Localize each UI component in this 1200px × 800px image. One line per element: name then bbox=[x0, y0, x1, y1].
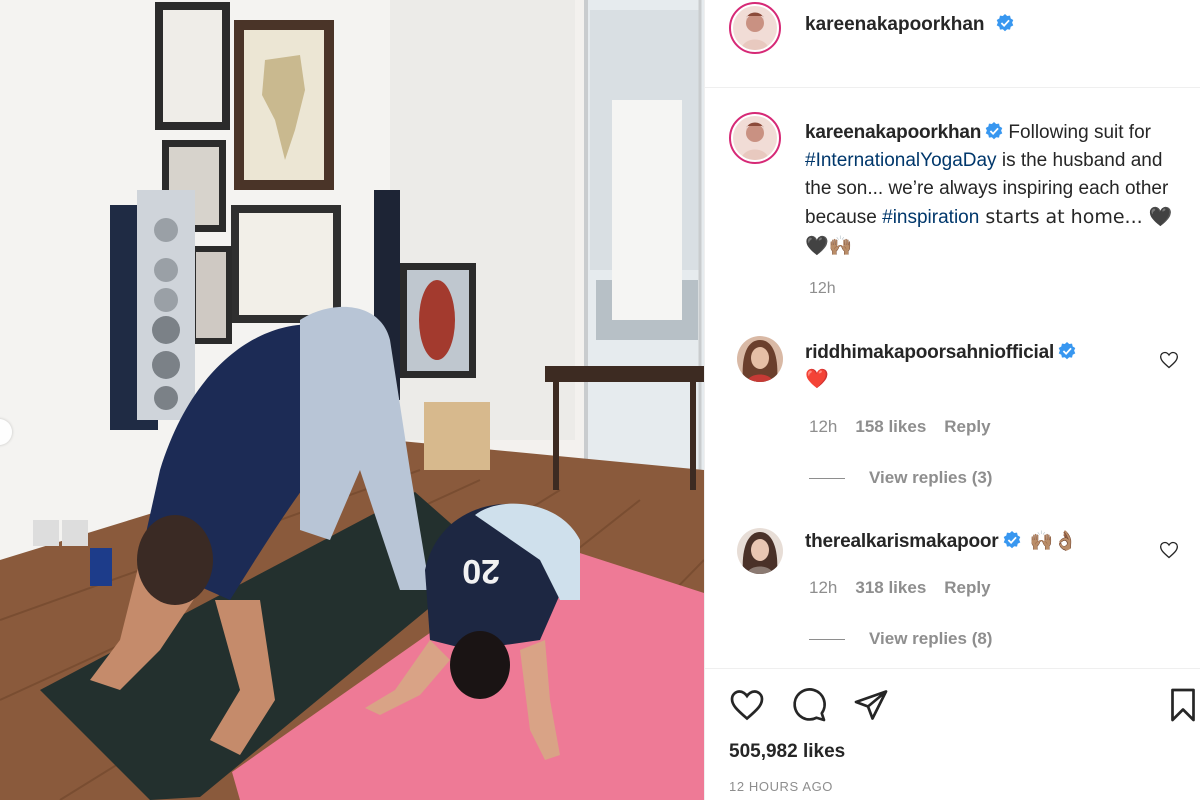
author-username-row[interactable]: kareenakapoorkhan bbox=[805, 14, 1014, 36]
comment-body: therealkarismakapoor 🙌🏽👌🏽 bbox=[805, 528, 1077, 555]
caption-timestamp[interactable]: 12h bbox=[809, 280, 836, 298]
view-replies-label: View replies (8) bbox=[869, 629, 993, 648]
comment-username[interactable]: therealkarismakapoor bbox=[805, 531, 999, 552]
comment-meta: 12h 158 likes Reply bbox=[809, 417, 1009, 437]
comment-timestamp[interactable]: 12h bbox=[809, 578, 837, 597]
view-replies-button[interactable]: View replies (3) bbox=[809, 468, 992, 488]
commenter-avatar[interactable] bbox=[737, 528, 783, 574]
commenter-avatar[interactable] bbox=[737, 336, 783, 382]
caption-username[interactable]: kareenakapoorkhan bbox=[805, 122, 981, 143]
comment-likes[interactable]: 158 likes bbox=[855, 417, 926, 436]
verified-badge-icon bbox=[1058, 342, 1076, 360]
view-replies-label: View replies (3) bbox=[869, 468, 993, 487]
post-caption: kareenakapoorkhan Following suit for #In… bbox=[805, 119, 1175, 261]
post-likes-count[interactable]: 505,982 likes bbox=[729, 741, 845, 763]
comment-text: ❤️ bbox=[805, 368, 829, 390]
verified-badge-icon bbox=[985, 122, 1003, 140]
comment-likes[interactable]: 318 likes bbox=[855, 578, 926, 597]
kid-shirt-number: 20 bbox=[462, 552, 500, 590]
hashtag-inspiration[interactable]: #inspiration bbox=[882, 207, 979, 228]
like-comment-heart-icon[interactable] bbox=[1159, 540, 1179, 560]
verified-badge-icon bbox=[996, 14, 1014, 32]
comment-meta: 12h 318 likes Reply bbox=[809, 578, 1009, 598]
reply-button[interactable]: Reply bbox=[944, 578, 990, 597]
post-photo[interactable]: 20 bbox=[0, 0, 704, 800]
like-comment-heart-icon[interactable] bbox=[1159, 350, 1179, 370]
post-actions-bar: 505,982 likes 12 HOURS AGO bbox=[705, 668, 1200, 800]
post-timestamp[interactable]: 12 HOURS AGO bbox=[729, 779, 833, 794]
post-header: kareenakapoorkhan bbox=[705, 0, 1200, 88]
comment-timestamp[interactable]: 12h bbox=[809, 417, 837, 436]
bookmark-icon[interactable] bbox=[1165, 687, 1200, 723]
author-avatar[interactable] bbox=[729, 2, 781, 54]
yoga-photo-illustration: 20 bbox=[0, 0, 704, 800]
view-replies-button[interactable]: View replies (8) bbox=[809, 629, 992, 649]
heart-outline-icon[interactable] bbox=[729, 687, 765, 723]
hashtag-international-yoga-day[interactable]: #InternationalYogaDay bbox=[805, 150, 997, 171]
caption-text-start: Following suit for bbox=[1008, 122, 1151, 143]
paper-plane-icon[interactable] bbox=[853, 687, 889, 723]
author-username[interactable]: kareenakapoorkhan bbox=[805, 14, 985, 35]
speech-bubble-icon[interactable] bbox=[791, 687, 827, 723]
verified-badge-icon bbox=[1003, 531, 1020, 549]
caption-author-avatar[interactable] bbox=[729, 112, 781, 164]
comment-username[interactable]: riddhimakapoorsahniofficial bbox=[805, 342, 1054, 363]
comment-body: riddhimakapoorsahniofficial ❤️ bbox=[805, 340, 1076, 392]
post-sidebar: kareenakapoorkhan kareenakapoorkhan Foll… bbox=[704, 0, 1200, 800]
reply-button[interactable]: Reply bbox=[944, 417, 990, 436]
replies-divider-line bbox=[809, 638, 845, 640]
comment-text: 🙌🏽👌🏽 bbox=[1029, 530, 1078, 552]
replies-divider-line bbox=[809, 477, 845, 479]
